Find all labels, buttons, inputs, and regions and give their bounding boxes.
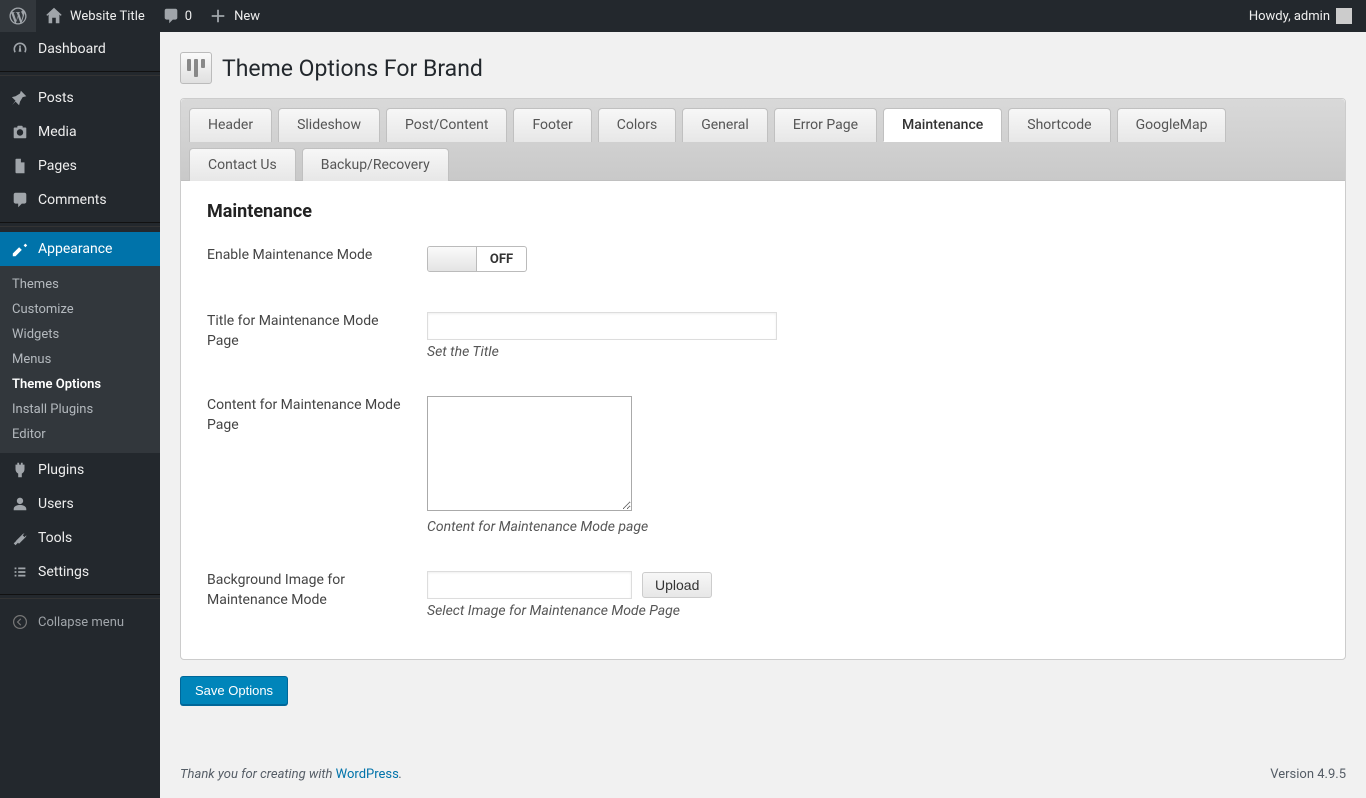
footer-version: Version 4.9.5	[1270, 767, 1346, 782]
tab-backup-recovery[interactable]: Backup/Recovery	[302, 148, 449, 181]
plugins-icon	[10, 460, 30, 480]
content-textarea[interactable]	[427, 396, 632, 511]
menu-pages-label: Pages	[38, 158, 77, 174]
wp-logo[interactable]	[0, 0, 36, 32]
menu-comments[interactable]: Comments	[0, 183, 160, 217]
toggle-off-label: OFF	[477, 247, 526, 271]
submenu-customize[interactable]: Customize	[0, 297, 160, 322]
content-help: Content for Maintenance Mode page	[427, 519, 1319, 535]
menu-users[interactable]: Users	[0, 487, 160, 521]
enable-maintenance-label: Enable Maintenance Mode	[207, 246, 427, 266]
appearance-submenu: Themes Customize Widgets Menus Theme Opt…	[0, 266, 160, 453]
wp-footer: Thank you for creating with WordPress. V…	[160, 755, 1366, 798]
menu-tools[interactable]: Tools	[0, 521, 160, 555]
collapse-icon	[10, 612, 30, 632]
admin-menu: Dashboard Posts Media Pages Comments	[0, 32, 160, 798]
tab-googlemap[interactable]: GoogleMap	[1117, 108, 1227, 142]
site-link[interactable]: Website Title	[36, 0, 153, 32]
submenu-widgets[interactable]: Widgets	[0, 322, 160, 347]
save-options-button[interactable]: Save Options	[180, 676, 288, 705]
appearance-icon	[10, 239, 30, 259]
title-help: Set the Title	[427, 344, 1319, 360]
menu-separator	[0, 71, 160, 76]
tools-icon	[10, 528, 30, 548]
site-title: Website Title	[70, 9, 145, 24]
tab-slideshow[interactable]: Slideshow	[278, 108, 380, 142]
submenu-install-plugins[interactable]: Install Plugins	[0, 397, 160, 422]
menu-users-label: Users	[38, 496, 74, 512]
menu-plugins-label: Plugins	[38, 462, 84, 478]
menu-posts[interactable]: Posts	[0, 81, 160, 115]
plus-icon	[208, 6, 228, 26]
menu-appearance[interactable]: Appearance	[0, 232, 160, 266]
submenu-menus[interactable]: Menus	[0, 347, 160, 372]
menu-pages[interactable]: Pages	[0, 149, 160, 183]
page-title: Theme Options For Brand	[222, 55, 483, 82]
menu-media-label: Media	[38, 124, 77, 140]
bg-image-label: Background Image for Maintenance Mode	[207, 571, 427, 610]
tab-error-page[interactable]: Error Page	[774, 108, 877, 142]
menu-separator	[0, 222, 160, 227]
tab-header[interactable]: Header	[189, 108, 272, 142]
comments-icon	[10, 190, 30, 210]
menu-appearance-label: Appearance	[38, 241, 112, 257]
footer-thankyou-suffix: .	[399, 767, 402, 782]
menu-tools-label: Tools	[38, 530, 72, 546]
menu-dashboard[interactable]: Dashboard	[0, 32, 160, 66]
home-icon	[44, 6, 64, 26]
menu-separator	[0, 594, 160, 599]
media-icon	[10, 122, 30, 142]
tab-shortcode[interactable]: Shortcode	[1008, 108, 1110, 142]
menu-comments-label: Comments	[38, 192, 107, 208]
tabs-row: HeaderSlideshowPost/ContentFooterColorsG…	[181, 99, 1345, 181]
dashboard-icon	[10, 39, 30, 59]
tab-maintenance[interactable]: Maintenance	[883, 108, 1002, 142]
section-heading: Maintenance	[207, 201, 1319, 222]
menu-dashboard-label: Dashboard	[38, 41, 106, 57]
menu-media[interactable]: Media	[0, 115, 160, 149]
howdy-text: Howdy, admin	[1249, 9, 1330, 24]
page-title-wrap: Theme Options For Brand	[180, 52, 1346, 84]
page-icon	[10, 156, 30, 176]
collapse-label: Collapse menu	[38, 615, 124, 630]
comment-count: 0	[185, 9, 192, 24]
bg-help: Select Image for Maintenance Mode Page	[427, 603, 1319, 619]
title-input[interactable]	[427, 312, 777, 340]
page-title-icon	[180, 52, 212, 84]
submenu-theme-options[interactable]: Theme Options	[0, 372, 160, 397]
avatar-icon	[1336, 8, 1352, 24]
users-icon	[10, 494, 30, 514]
comment-icon	[161, 6, 181, 26]
pin-icon	[10, 88, 30, 108]
tab-general[interactable]: General	[682, 108, 768, 142]
new-content[interactable]: New	[200, 0, 268, 32]
new-label: New	[234, 9, 260, 24]
menu-posts-label: Posts	[38, 90, 74, 106]
comments-link[interactable]: 0	[153, 0, 200, 32]
enable-maintenance-toggle[interactable]: OFF	[427, 246, 527, 272]
footer-thankyou-prefix: Thank you for creating with	[180, 767, 336, 782]
admin-bar: Website Title 0 New Howdy, admin	[0, 0, 1366, 32]
content-label: Content for Maintenance Mode Page	[207, 396, 427, 435]
title-label: Title for Maintenance Mode Page	[207, 312, 427, 351]
settings-icon	[10, 562, 30, 582]
tab-colors[interactable]: Colors	[598, 108, 676, 142]
menu-settings-label: Settings	[38, 564, 89, 580]
menu-settings[interactable]: Settings	[0, 555, 160, 589]
bg-image-input[interactable]	[427, 571, 632, 599]
collapse-menu[interactable]: Collapse menu	[0, 604, 160, 640]
upload-button[interactable]: Upload	[642, 572, 712, 598]
tab-post-content[interactable]: Post/Content	[386, 108, 507, 142]
options-panel: HeaderSlideshowPost/ContentFooterColorsG…	[180, 98, 1346, 660]
submenu-editor[interactable]: Editor	[0, 422, 160, 447]
my-account[interactable]: Howdy, admin	[1241, 0, 1360, 32]
submenu-themes[interactable]: Themes	[0, 272, 160, 297]
tab-contact-us[interactable]: Contact Us	[189, 148, 296, 181]
menu-plugins[interactable]: Plugins	[0, 453, 160, 487]
footer-wordpress-link[interactable]: WordPress	[336, 767, 399, 782]
tab-footer[interactable]: Footer	[513, 108, 591, 142]
wordpress-icon	[8, 6, 28, 26]
